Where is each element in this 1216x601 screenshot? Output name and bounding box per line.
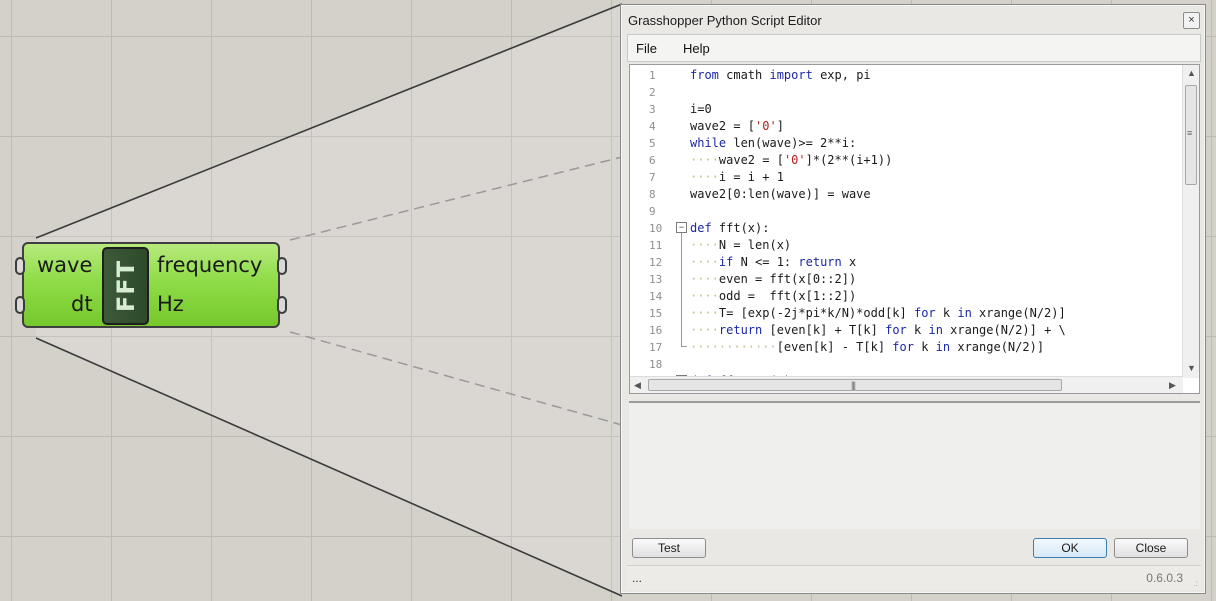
vertical-scrollbar[interactable]: ▲ ≡ ▼ — [1182, 65, 1199, 378]
code-text[interactable]: ····N = len(x) — [690, 237, 791, 254]
scroll-left-icon[interactable]: ◀ — [634, 380, 641, 391]
status-bar: ... 0.6.0.3 .: — [627, 565, 1201, 590]
line-number: 13 — [649, 273, 663, 286]
line-number: 1 — [649, 69, 656, 82]
window-title: Grasshopper Python Script Editor — [628, 13, 822, 28]
output-label-frequency: frequency — [157, 253, 263, 277]
window-titlebar[interactable]: Grasshopper Python Script Editor × — [621, 5, 1205, 35]
output-panel[interactable] — [629, 401, 1200, 529]
code-text[interactable]: ····even = fft(x[0::2]) — [690, 271, 856, 288]
code-line[interactable]: 12 ····if N <= 1: return x — [630, 254, 1180, 271]
status-text: ... — [632, 571, 643, 585]
line-number: 4 — [649, 120, 656, 133]
line-number: 14 — [649, 290, 663, 303]
code-text[interactable]: while len(wave)>= 2**i: — [690, 135, 856, 152]
code-line[interactable]: 8 wave2[0:len(wave)] = wave — [630, 186, 1180, 203]
resize-grip-icon[interactable]: .: — [1194, 579, 1198, 588]
code-text[interactable]: i=0 — [690, 101, 712, 118]
code-text[interactable]: ····odd = fft(x[1::2]) — [690, 288, 856, 305]
python-script-editor-window: Grasshopper Python Script Editor × File … — [620, 4, 1206, 594]
code-text[interactable]: wave2 = ['0'] — [690, 118, 784, 135]
output-label-hz: Hz — [157, 292, 184, 316]
scroll-up-icon[interactable]: ▲ — [1187, 68, 1196, 78]
code-line[interactable]: 9 — [630, 203, 1180, 220]
output-grip-frequency[interactable] — [277, 257, 287, 275]
code-line[interactable]: 14 ····odd = fft(x[1::2]) — [630, 288, 1180, 305]
fold-guide-end — [681, 346, 687, 347]
test-button[interactable]: Test — [632, 538, 706, 558]
code-line[interactable]: 4 wave2 = ['0'] — [630, 118, 1180, 135]
code-line[interactable]: 10 def fft(x): — [630, 220, 1180, 237]
code-editor[interactable]: 1 from cmath import exp, pi 2 3 i=0 4 wave2 = … — [629, 64, 1200, 394]
input-label-wave: wave — [37, 253, 93, 277]
code-line[interactable]: 5 while len(wave)>= 2**i: — [630, 135, 1180, 152]
input-grip-wave[interactable] — [15, 257, 25, 275]
code-line[interactable]: 1 from cmath import exp, pi — [630, 67, 1180, 84]
code-text[interactable]: ····return [even[k] + T[k] for k in xran… — [690, 322, 1066, 339]
line-number: 7 — [649, 171, 656, 184]
component-nickname-box: FFT — [102, 247, 149, 325]
line-number: 5 — [649, 137, 656, 150]
line-number: 12 — [649, 256, 663, 269]
code-text[interactable]: wave2[0:len(wave)] = wave — [690, 186, 871, 203]
line-number: 6 — [649, 154, 656, 167]
grip-icon: ||| — [851, 380, 856, 390]
version-label: 0.6.0.3 — [1146, 571, 1183, 585]
code-text[interactable]: def fft(x): — [690, 220, 769, 237]
code-text[interactable]: ············[even[k] - T[k] for k in xra… — [690, 339, 1044, 356]
code-line[interactable]: 17 ············[even[k] - T[k] for k in x… — [630, 339, 1180, 356]
line-number: 9 — [649, 205, 656, 218]
horizontal-scrollbar[interactable]: ◀ ||| ▶ — [630, 376, 1183, 393]
close-icon[interactable]: × — [1183, 12, 1200, 29]
code-text[interactable]: ····T= [exp(-2j*pi*k/N)*odd[k] for k in … — [690, 305, 1066, 322]
menu-bar: File Help — [627, 34, 1201, 62]
code-text[interactable]: ····i = i + 1 — [690, 169, 784, 186]
code-text[interactable]: from cmath import exp, pi — [690, 67, 871, 84]
ok-button[interactable]: OK — [1033, 538, 1107, 558]
fft-component[interactable]: wave dt FFT frequency Hz — [15, 242, 287, 328]
vertical-scroll-thumb[interactable]: ≡ — [1185, 85, 1197, 185]
code-text[interactable]: ····if N <= 1: return x — [690, 254, 856, 271]
code-line[interactable]: 7 ····i = i + 1 — [630, 169, 1180, 186]
code-line[interactable]: 18 — [630, 356, 1180, 373]
menu-help[interactable]: Help — [683, 41, 710, 56]
fold-collapse-icon[interactable]: − — [676, 222, 687, 233]
line-number: 3 — [649, 103, 656, 116]
output-grip-hz[interactable] — [277, 296, 287, 314]
input-grip-dt[interactable] — [15, 296, 25, 314]
horizontal-scroll-thumb[interactable]: ||| — [648, 379, 1062, 391]
line-number: 10 — [649, 222, 663, 235]
scroll-down-icon[interactable]: ▼ — [1187, 363, 1196, 373]
code-line[interactable]: 13 ····even = fft(x[0::2]) — [630, 271, 1180, 288]
grip-icon: ≡ — [1187, 128, 1192, 138]
code-line[interactable]: 15 ····T= [exp(-2j*pi*k/N)*odd[k] for k i… — [630, 305, 1180, 322]
line-number: 8 — [649, 188, 656, 201]
menu-file[interactable]: File — [636, 41, 657, 56]
line-number: 15 — [649, 307, 663, 320]
fold-guide — [681, 233, 682, 346]
line-number: 2 — [649, 86, 656, 99]
line-number: 17 — [649, 341, 663, 354]
code-text[interactable]: ····wave2 = ['0']*(2**(i+1)) — [690, 152, 892, 169]
line-number: 11 — [649, 239, 663, 252]
line-number: 16 — [649, 324, 663, 337]
line-number: 18 — [649, 358, 663, 371]
close-button[interactable]: Close — [1114, 538, 1188, 558]
code-line[interactable]: 16 ····return [even[k] + T[k] for k in xr… — [630, 322, 1180, 339]
code-line[interactable]: 6 ····wave2 = ['0']*(2**(i+1)) — [630, 152, 1180, 169]
scroll-right-icon[interactable]: ▶ — [1169, 380, 1176, 391]
code-line[interactable]: 2 — [630, 84, 1180, 101]
code-line[interactable]: 11 ····N = len(x) — [630, 237, 1180, 254]
input-label-dt: dt — [71, 292, 93, 316]
code-line[interactable]: 3 i=0 — [630, 101, 1180, 118]
component-nickname: FFT — [111, 259, 140, 313]
